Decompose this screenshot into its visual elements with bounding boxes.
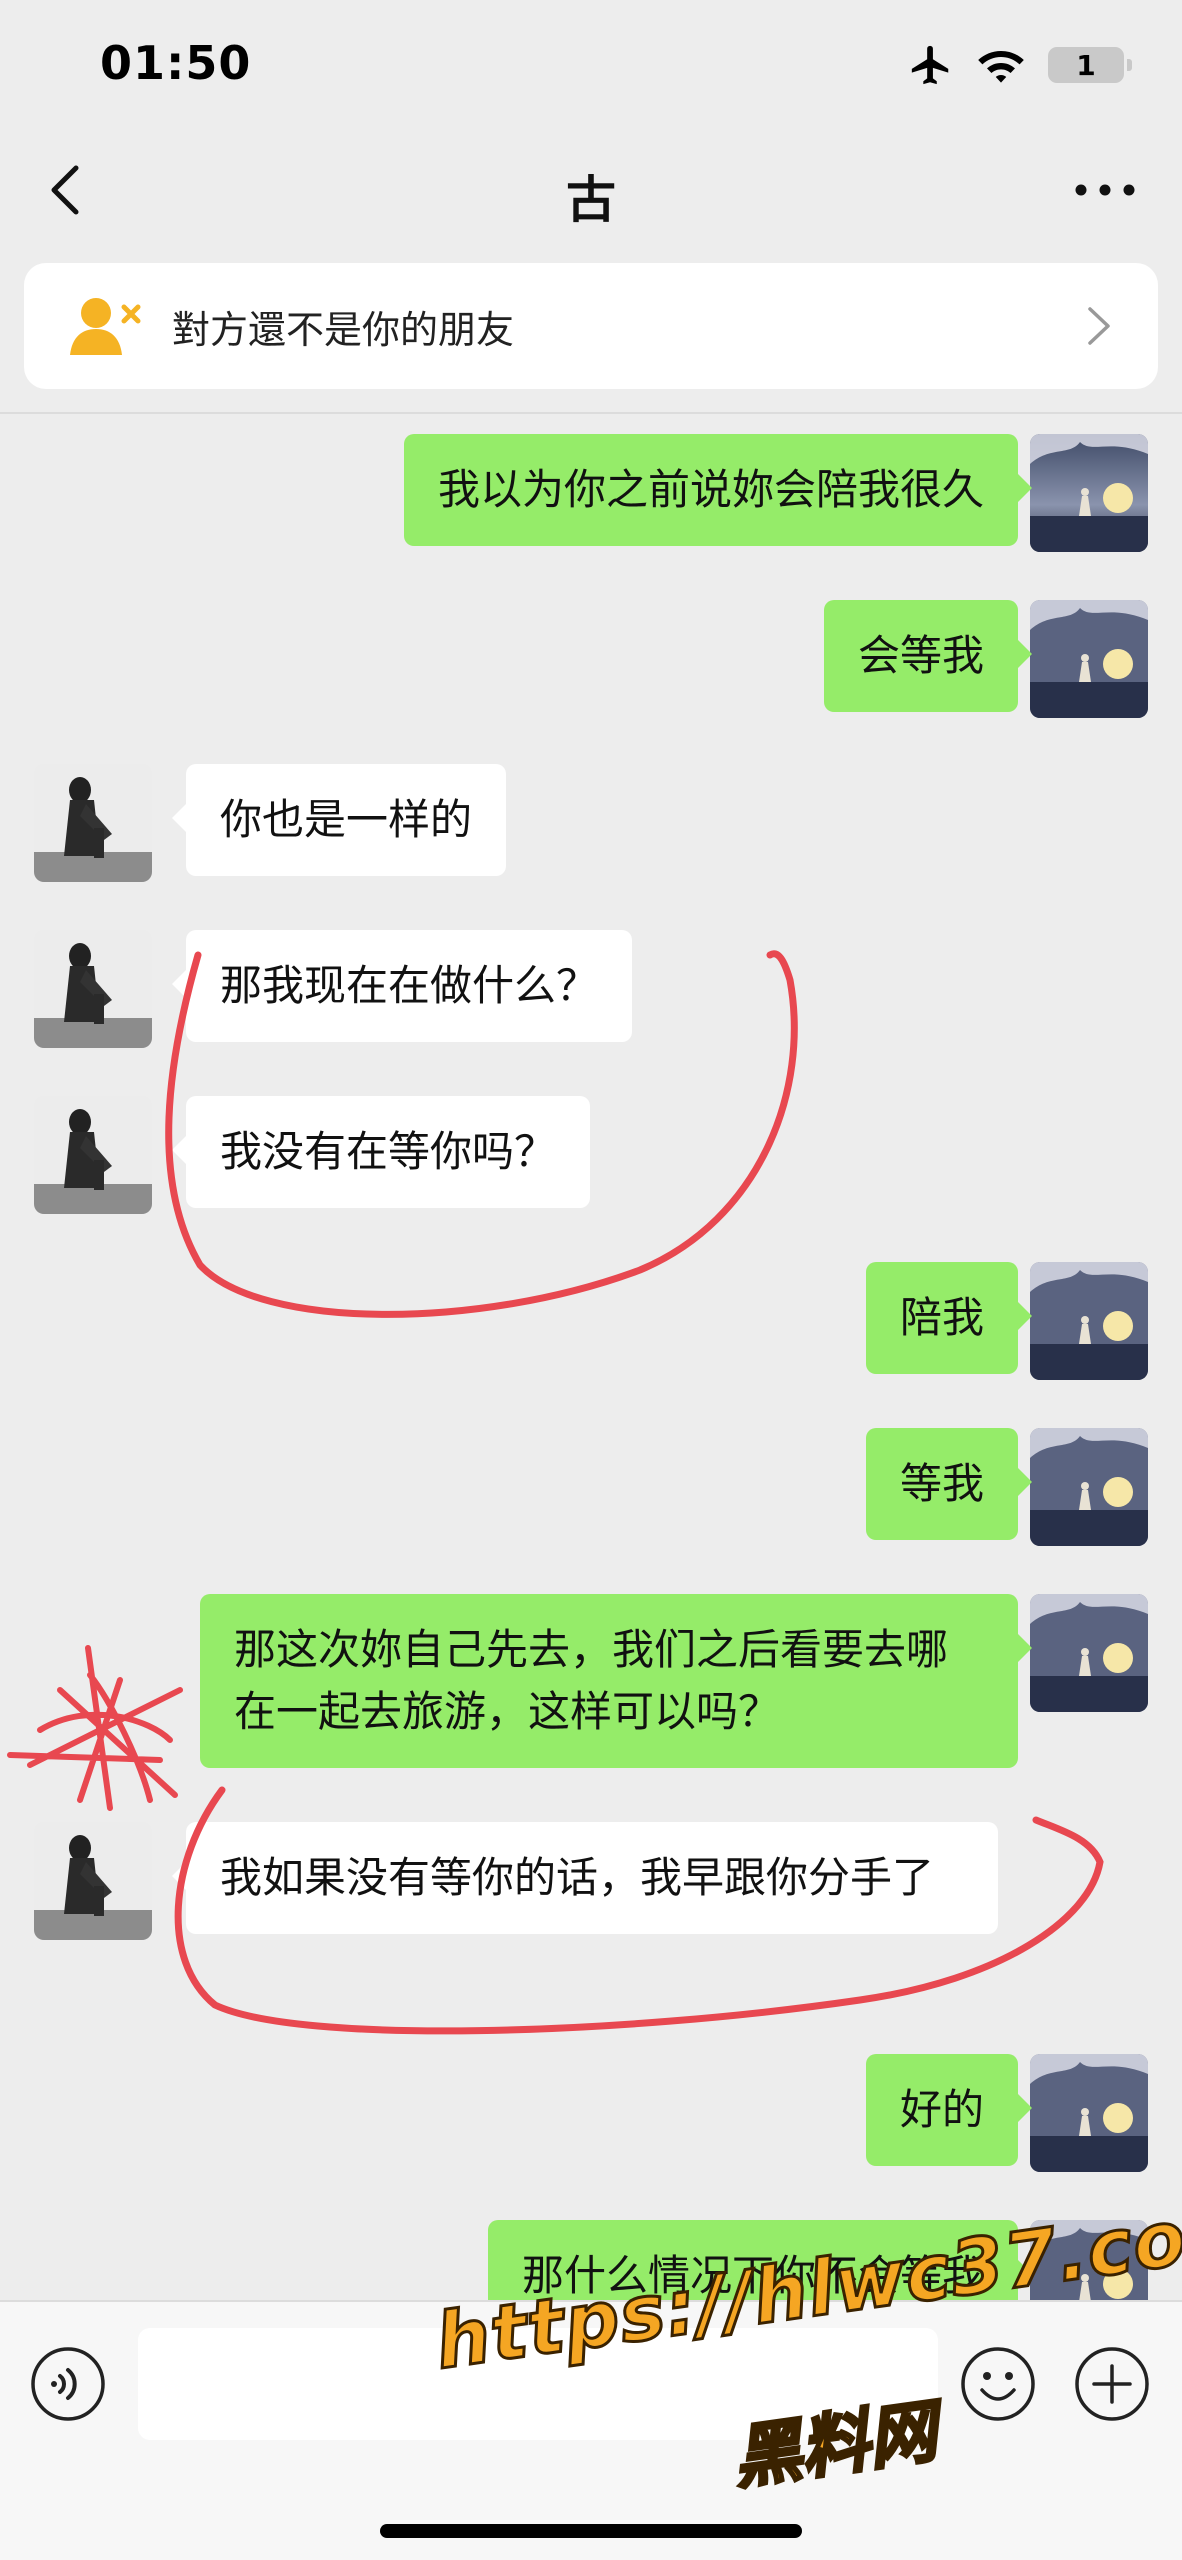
- my-avatar[interactable]: [1030, 1262, 1148, 1380]
- contact-avatar[interactable]: [34, 1822, 152, 1940]
- status-bar: 01:50 1: [0, 0, 1182, 130]
- battery-level: 1: [1076, 48, 1096, 82]
- my-avatar[interactable]: [1030, 1594, 1148, 1712]
- status-time: 01:50: [100, 36, 252, 90]
- status-icons: 1: [908, 40, 1132, 90]
- contact-avatar[interactable]: [34, 930, 152, 1048]
- emoji-icon[interactable]: [960, 2346, 1036, 2422]
- more-icon: [1075, 184, 1135, 196]
- more-button[interactable]: [1070, 162, 1140, 218]
- message-bubble-incoming[interactable]: 我如果没有等你的话，我早跟你分手了: [172, 1822, 998, 1934]
- my-avatar[interactable]: [1030, 600, 1148, 718]
- my-avatar[interactable]: [1030, 2054, 1148, 2172]
- message-bubble-outgoing[interactable]: 我以为你之前说妳会陪我很久: [403, 434, 1033, 546]
- message-bubble-outgoing[interactable]: 陪我: [865, 1262, 1033, 1374]
- wifi-icon: [978, 51, 1024, 83]
- chevron-right-icon: [1088, 307, 1110, 345]
- chat-title: 古: [566, 171, 616, 229]
- message-bubble-incoming[interactable]: 你也是一样的: [171, 764, 507, 876]
- contact-avatar[interactable]: [34, 1096, 152, 1214]
- message-bubble-outgoing[interactable]: 会等我: [823, 600, 1033, 712]
- battery-icon: 1: [1048, 47, 1132, 83]
- message-bubble-outgoing[interactable]: 那这次妳自己先去，我们之后看要去哪在一起去旅游，这样可以吗？: [200, 1594, 1032, 1768]
- contact-avatar[interactable]: [34, 764, 152, 882]
- voice-icon[interactable]: [30, 2346, 106, 2422]
- home-indicator[interactable]: [380, 2524, 802, 2538]
- not-friend-banner[interactable]: 對方還不是你的朋友: [24, 263, 1158, 389]
- message-bubble-incoming[interactable]: 我没有在等你吗？: [171, 1096, 591, 1208]
- nav-bar: 古: [0, 130, 1182, 250]
- my-avatar[interactable]: [1030, 1428, 1148, 1546]
- airplane-icon: [911, 45, 949, 85]
- chat-area[interactable]: 我以为你之前说妳会陪我很久 会等我 你也是一样的 那我现在在做什么？ 我没有在等…: [0, 414, 1182, 2300]
- message-bubble-outgoing[interactable]: 好的: [865, 2054, 1033, 2166]
- message-bubble-outgoing[interactable]: 等我: [865, 1428, 1033, 1540]
- not-friend-text: 對方還不是你的朋友: [172, 308, 515, 352]
- my-avatar[interactable]: [1030, 434, 1148, 552]
- person-remove-icon: [70, 298, 141, 355]
- plus-icon[interactable]: [1074, 2346, 1150, 2422]
- message-bubble-incoming[interactable]: 那我现在在做什么？: [171, 930, 633, 1042]
